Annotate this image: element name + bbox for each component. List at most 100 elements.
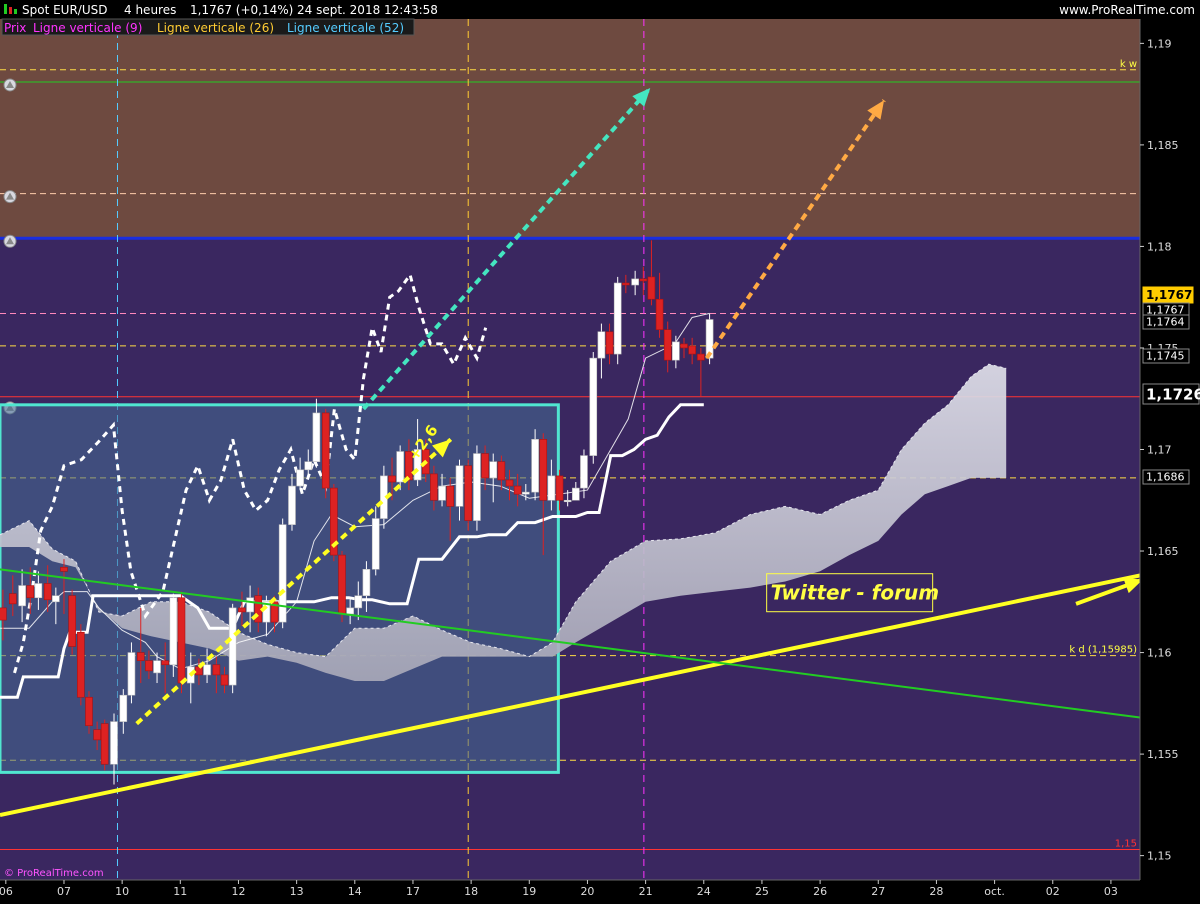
- candle-body-7: [60, 566, 68, 572]
- candle-body-25: [212, 664, 221, 676]
- candle-body-13: [110, 721, 118, 765]
- candle-body-64: [539, 439, 548, 501]
- candle-body-73: [613, 282, 622, 355]
- level-label-0: k w: [1120, 59, 1137, 70]
- x-tick-label-5: 13: [290, 885, 304, 898]
- candle-body-4: [34, 583, 43, 599]
- legend-item-vertical-26[interactable]: Ligne verticale (26): [157, 21, 274, 35]
- x-tick-label-10: 20: [580, 885, 594, 898]
- candle-body-81: [680, 343, 688, 349]
- header-datetime: 24 sept. 2018 12:43:58: [297, 3, 438, 17]
- candle-body-42: [354, 595, 363, 609]
- header-instrument: Spot EUR/USD: [22, 3, 107, 17]
- candle-body-40: [338, 554, 346, 615]
- header-bar: [0, 0, 1200, 19]
- candle-body-51: [430, 473, 438, 501]
- candle-body-8: [68, 595, 76, 647]
- y-tick-label-4: 1,17: [1147, 444, 1172, 457]
- candle-body-59: [497, 461, 506, 481]
- header-site[interactable]: www.ProRealTime.com: [1059, 3, 1195, 17]
- candle-body-14: [119, 694, 128, 722]
- candle-body-36: [304, 461, 313, 471]
- candle-body-28: [238, 607, 246, 613]
- candle-body-76: [639, 278, 648, 282]
- candle-body-57: [481, 453, 489, 479]
- candle-body-54: [455, 465, 464, 507]
- x-tick-label-14: 26: [813, 885, 827, 898]
- candle-body-11: [93, 729, 101, 741]
- annotation-twitter-forum: Twitter - forum: [771, 581, 939, 605]
- candle-body-23: [195, 666, 203, 676]
- x-tick-label-11: 21: [639, 885, 653, 898]
- legend-item-vertical-9[interactable]: Ligne verticale (9): [33, 21, 142, 35]
- x-tick-label-15: 27: [871, 885, 885, 898]
- candle-body-53: [446, 485, 454, 507]
- y-tick-label-0: 1,19: [1147, 37, 1172, 50]
- eurusd-chart[interactable]: +2,6Twitter - forum 1,191,1851,181,1751,…: [0, 0, 1200, 900]
- candle-body-18: [153, 660, 161, 674]
- candle-body-16: [136, 652, 145, 661]
- x-tick-label-1: 07: [57, 885, 71, 898]
- level-label-2: 1,15: [1115, 839, 1137, 850]
- x-tick-label-0: 06: [0, 885, 13, 898]
- candle-body-72: [605, 331, 614, 355]
- candle-body-17: [145, 660, 153, 672]
- price-label-3: 1,1745: [1146, 350, 1185, 363]
- candle-body-2: [18, 585, 26, 607]
- legend-item-vertical-52[interactable]: Ligne verticale (52): [287, 21, 404, 35]
- candle-body-9: [77, 631, 85, 698]
- x-tick-label-7: 17: [406, 885, 420, 898]
- candle-body-68: [572, 487, 580, 501]
- y-tick-label-1: 1,185: [1147, 139, 1179, 152]
- candle-body-63: [531, 439, 539, 493]
- x-tick-label-8: 18: [464, 885, 478, 898]
- candle-body-78: [655, 298, 664, 330]
- candle-body-38: [321, 412, 330, 489]
- candle-body-55: [464, 465, 473, 521]
- candle-body-79: [663, 329, 672, 361]
- candle-body-12: [100, 723, 109, 765]
- candle-body-29: [246, 597, 254, 613]
- x-tick-label-16: 28: [929, 885, 943, 898]
- candle-body-27: [228, 607, 237, 686]
- candle-body-26: [220, 674, 229, 686]
- candle-body-33: [278, 524, 287, 623]
- candle-body-24: [203, 664, 211, 676]
- candle-body-70: [589, 357, 598, 456]
- candle-body-65: [547, 475, 556, 501]
- candle-body-74: [622, 282, 630, 286]
- y-tick-label-2: 1,18: [1147, 240, 1172, 253]
- candle-body-75: [631, 278, 639, 286]
- candle-body-47: [396, 451, 404, 483]
- header-timeframe: 4 heures: [124, 3, 176, 17]
- header-last-change: 1,1767 (+0,14%): [190, 3, 293, 17]
- candle-body-41: [346, 607, 354, 615]
- candle-body-52: [438, 485, 446, 501]
- candle-body-10: [85, 696, 93, 726]
- x-tick-label-17: oct.: [984, 885, 1005, 898]
- candle-body-5: [43, 583, 52, 601]
- candle-body-77: [647, 276, 656, 300]
- candle-body-34: [288, 485, 296, 525]
- candle-body-37: [312, 412, 321, 462]
- candle-body-0: [0, 607, 7, 621]
- candle-body-21: [177, 597, 186, 684]
- price-label-0: 1,1767: [1146, 288, 1192, 302]
- x-tick-label-3: 11: [173, 885, 187, 898]
- watermark: © ProRealTime.com: [4, 868, 104, 879]
- price-label-2: 1,1764: [1146, 316, 1185, 329]
- chart-root: +2,6 Twitter - forum 1,19 1,185 1,18 1,175 1,…: [0, 0, 1200, 900]
- x-tick-label-6: 14: [348, 885, 362, 898]
- x-tick-label-4: 12: [231, 885, 245, 898]
- candle-body-44: [371, 518, 380, 570]
- candle-body-80: [672, 341, 680, 361]
- x-tick-label-12: 24: [697, 885, 711, 898]
- candle-body-3: [26, 585, 35, 599]
- y-tick-label-7: 1,155: [1147, 748, 1179, 761]
- candle-body-66: [555, 475, 564, 501]
- candle-body-35: [296, 469, 304, 487]
- legend-item-prix[interactable]: Prix: [4, 21, 26, 35]
- candle-body-1: [8, 593, 17, 605]
- y-tick-label-5: 1,165: [1147, 545, 1179, 558]
- logo-icon: [4, 4, 7, 14]
